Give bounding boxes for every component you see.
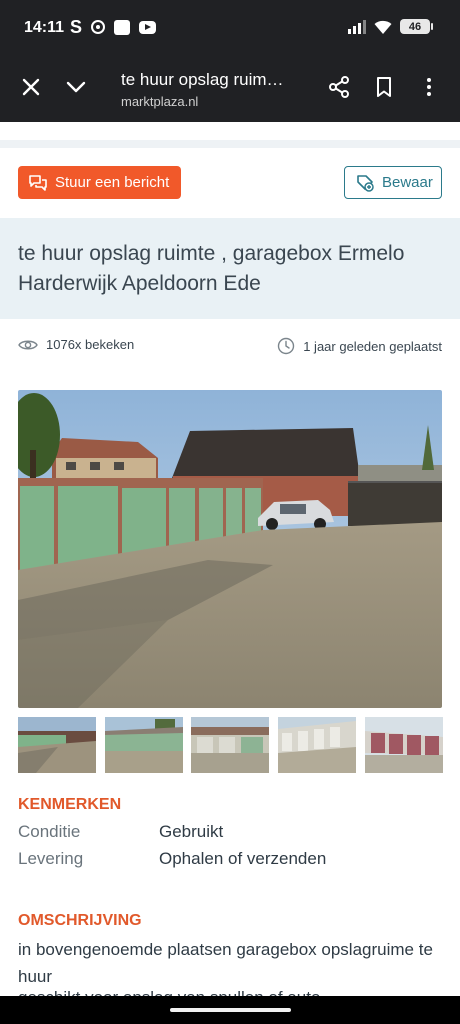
spec-value: Gebruikt bbox=[159, 822, 224, 841]
thumbnail[interactable] bbox=[278, 717, 356, 773]
listing-meta: 1076x bekeken 1 jaar geleden geplaatst bbox=[0, 334, 460, 356]
page-url: marktplaza.nl bbox=[121, 94, 199, 109]
description-heading: OMSCHRIJVING bbox=[18, 912, 142, 929]
eye-icon bbox=[18, 340, 38, 349]
home-gesture-handle[interactable] bbox=[170, 1008, 291, 1012]
clock-icon bbox=[278, 337, 295, 355]
view-count: 1076x bekeken bbox=[18, 337, 134, 352]
send-message-button[interactable]: Stuur een bericht bbox=[18, 166, 181, 199]
browser-toolbar: te huur opslag ruim… marktplaza.nl bbox=[0, 56, 460, 122]
main-photo[interactable] bbox=[18, 390, 442, 708]
chevron-down-icon[interactable] bbox=[64, 75, 88, 99]
battery-icon: 46 bbox=[400, 19, 433, 34]
chat-icon bbox=[29, 174, 47, 191]
send-message-label: Stuur een bericht bbox=[55, 174, 170, 191]
listing-actions: Stuur een bericht Bewaar bbox=[0, 148, 460, 218]
divider bbox=[0, 140, 460, 148]
listing-title: te huur opslag ruimte , garagebox Ermelo… bbox=[18, 242, 405, 295]
chrome-icon bbox=[91, 20, 106, 34]
status-bar: 14:11 S 46 bbox=[0, 0, 460, 56]
save-heart-icon bbox=[357, 174, 374, 192]
posted-time-text: 1 jaar geleden geplaatst bbox=[303, 338, 442, 354]
thumbnail[interactable] bbox=[191, 717, 269, 773]
skype-icon: S bbox=[70, 17, 83, 37]
save-label: Bewaar bbox=[382, 174, 433, 191]
bookmark-icon[interactable] bbox=[372, 75, 396, 99]
status-time: 14:11 bbox=[24, 19, 65, 36]
youtube-icon bbox=[139, 20, 157, 34]
thumbnail[interactable] bbox=[18, 717, 96, 773]
notification-icons: S bbox=[70, 17, 157, 37]
view-count-text: 1076x bekeken bbox=[46, 337, 135, 352]
more-vert-icon[interactable] bbox=[417, 75, 441, 99]
share-icon[interactable] bbox=[327, 75, 351, 99]
spec-key: Levering bbox=[18, 849, 84, 868]
signal-icon bbox=[348, 19, 366, 34]
system-icons: 46 bbox=[348, 19, 433, 34]
page-title: te huur opslag ruim… bbox=[121, 70, 284, 89]
spec-key: Conditie bbox=[18, 822, 81, 841]
description-text: in bovengenoemde plaatsen garagebox opsl… bbox=[18, 940, 433, 986]
system-nav-bar bbox=[0, 996, 460, 1024]
posted-time: 1 jaar geleden geplaatst bbox=[277, 337, 442, 355]
save-button[interactable]: Bewaar bbox=[344, 166, 442, 199]
listing-title-block: te huur opslag ruimte , garagebox Ermelo… bbox=[0, 218, 460, 319]
wifi-icon bbox=[374, 20, 392, 34]
thumbnail[interactable] bbox=[365, 717, 443, 773]
app-notification-icon bbox=[114, 19, 131, 35]
thumbnail[interactable] bbox=[105, 717, 183, 773]
specs-heading: KENMERKEN bbox=[18, 796, 122, 813]
close-icon[interactable] bbox=[19, 75, 43, 99]
spec-value: Ophalen of verzenden bbox=[159, 849, 327, 868]
photo-thumbnails bbox=[18, 717, 443, 773]
